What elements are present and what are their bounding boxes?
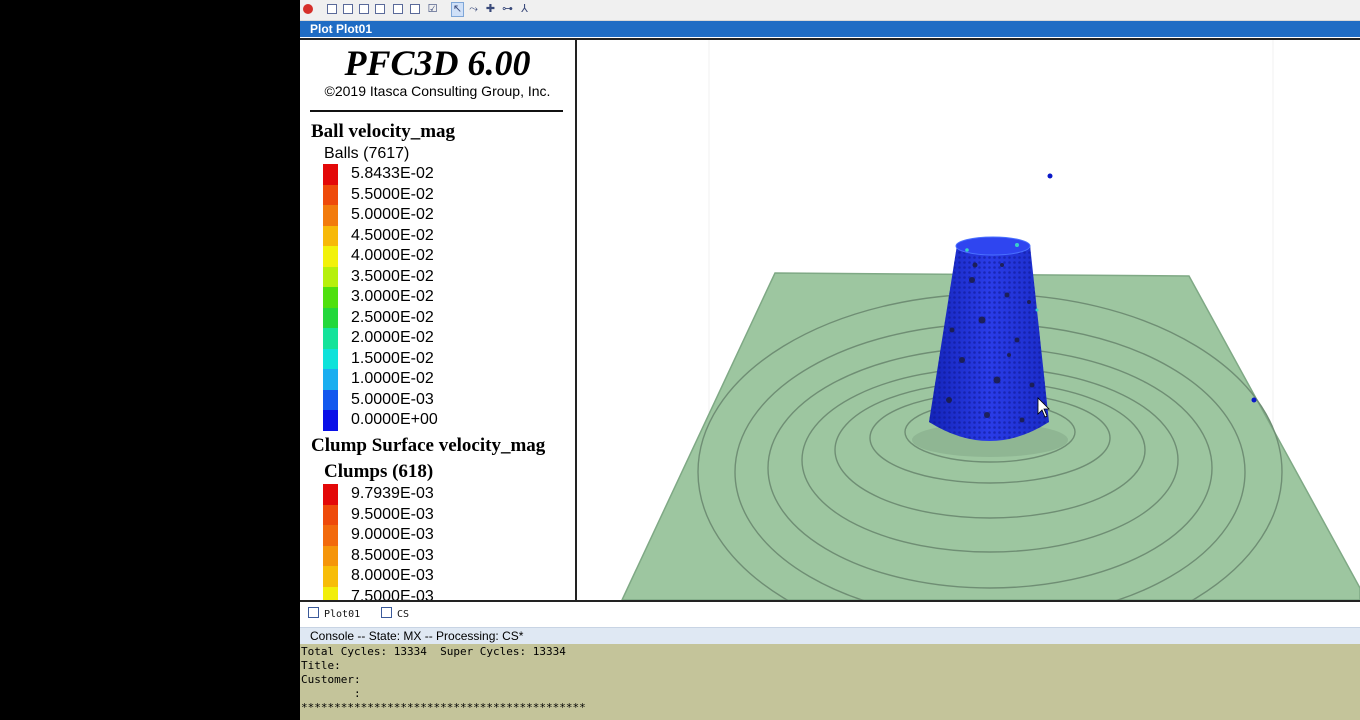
legend-value: 2.0000E-02 <box>351 329 434 346</box>
console-line: : <box>301 687 361 700</box>
plot-title-bar: Plot Plot01 <box>300 21 1360 37</box>
copy-icon[interactable] <box>343 4 353 14</box>
tab-label: Plot01 <box>324 609 361 620</box>
legend-value: 9.0000E-03 <box>351 526 434 543</box>
stray-ball <box>1047 173 1053 179</box>
console-header: Console -- State: MX -- Processing: CS* <box>300 627 1360 644</box>
legend-value: 9.7939E-03 <box>351 485 434 502</box>
move-icon[interactable]: ✚ <box>485 3 496 14</box>
legend-value: 5.5000E-02 <box>351 186 434 203</box>
console-line: ****************************************… <box>301 701 586 714</box>
legend-value: 4.0000E-02 <box>351 247 434 264</box>
ball-section-title: Ball velocity_mag <box>311 121 456 142</box>
ball-cone <box>929 236 1049 441</box>
save-icon[interactable] <box>359 4 369 14</box>
console-line: Customer: <box>301 673 361 686</box>
ball-count: Balls (7617) <box>324 145 410 162</box>
view-icon[interactable] <box>327 4 337 14</box>
tab-label: CS <box>397 609 410 620</box>
stray-ball <box>1251 397 1257 403</box>
pointer-icon[interactable]: ↖ <box>451 2 464 17</box>
color-swatch <box>323 308 338 329</box>
color-swatch <box>323 164 338 185</box>
legend-panel: PFC3D 6.00 ©2019 Itasca Consulting Group… <box>300 40 577 600</box>
copyright: ©2019 Itasca Consulting Group, Inc. <box>324 83 551 99</box>
plot-icon <box>308 607 319 618</box>
color-swatch <box>323 369 338 390</box>
divider <box>310 110 563 112</box>
color-swatch <box>323 587 338 600</box>
app-title: PFC3D 6.00 <box>344 43 531 83</box>
console-output[interactable]: Total Cycles: 13334 Super Cycles: 13334 … <box>300 644 1360 720</box>
legend-value: 5.8433E-02 <box>351 165 434 182</box>
tab-plot01[interactable]: Plot01 <box>308 605 360 625</box>
color-swatch <box>323 505 338 526</box>
export-icon[interactable] <box>393 4 403 14</box>
legend-value: 3.0000E-02 <box>351 288 434 305</box>
legend-value: 5.0000E-03 <box>351 391 434 408</box>
legend-value: 3.5000E-02 <box>351 268 434 285</box>
legend-value: 7.5000E-03 <box>351 588 434 600</box>
check-icon[interactable]: ☑ <box>427 3 438 14</box>
measure-icon[interactable]: ⊶ <box>502 3 513 14</box>
image-icon[interactable] <box>410 4 420 14</box>
legend-value: 0.0000E+00 <box>351 411 438 428</box>
color-swatch <box>323 267 338 288</box>
color-swatch <box>323 566 338 587</box>
legend-value: 1.5000E-02 <box>351 350 434 367</box>
document-icon <box>381 607 392 618</box>
legend-value: 4.5000E-02 <box>351 227 434 244</box>
color-swatch <box>323 246 338 267</box>
color-swatch <box>323 205 338 226</box>
toolbar: ☑ ↖ ⤳ ✚ ⊶ ⅄ <box>300 0 1360 21</box>
pfc3d-window: ☑ ↖ ⤳ ✚ ⊶ ⅄ Plot Plot01 PFC3D 6.00 ©2019… <box>300 0 1360 720</box>
legend-value: 8.0000E-03 <box>351 567 434 584</box>
legend-value: 9.5000E-03 <box>351 506 434 523</box>
legend-value: 1.0000E-02 <box>351 370 434 387</box>
clump-section-title: Clump Surface velocity_mag <box>311 435 546 456</box>
color-swatch <box>323 185 338 206</box>
print-icon[interactable] <box>375 4 385 14</box>
tab-bar: Plot01 CS <box>300 602 1360 626</box>
legend-value: 8.5000E-03 <box>351 547 434 564</box>
color-swatch <box>323 525 338 546</box>
axes-icon[interactable]: ⅄ <box>519 3 530 14</box>
clump-count: Clumps (618) <box>324 461 434 482</box>
close-icon[interactable] <box>303 4 313 14</box>
console-line: Total Cycles: 13334 Super Cycles: 13334 <box>301 645 566 658</box>
color-swatch <box>323 226 338 247</box>
3d-viewport[interactable] <box>577 40 1360 600</box>
console-line: Title: <box>301 659 341 672</box>
color-swatch <box>323 328 338 349</box>
select-icon[interactable]: ⤳ <box>468 3 479 14</box>
model-view <box>621 40 1360 600</box>
color-swatch <box>323 349 338 370</box>
legend-value: 2.5000E-02 <box>351 309 434 326</box>
tab-cs[interactable]: CS <box>381 605 409 625</box>
color-swatch <box>323 546 338 567</box>
color-swatch <box>323 287 338 308</box>
color-swatch <box>323 410 338 431</box>
color-swatch <box>323 484 338 505</box>
legend-value: 5.0000E-02 <box>351 206 434 223</box>
color-swatch <box>323 390 338 411</box>
